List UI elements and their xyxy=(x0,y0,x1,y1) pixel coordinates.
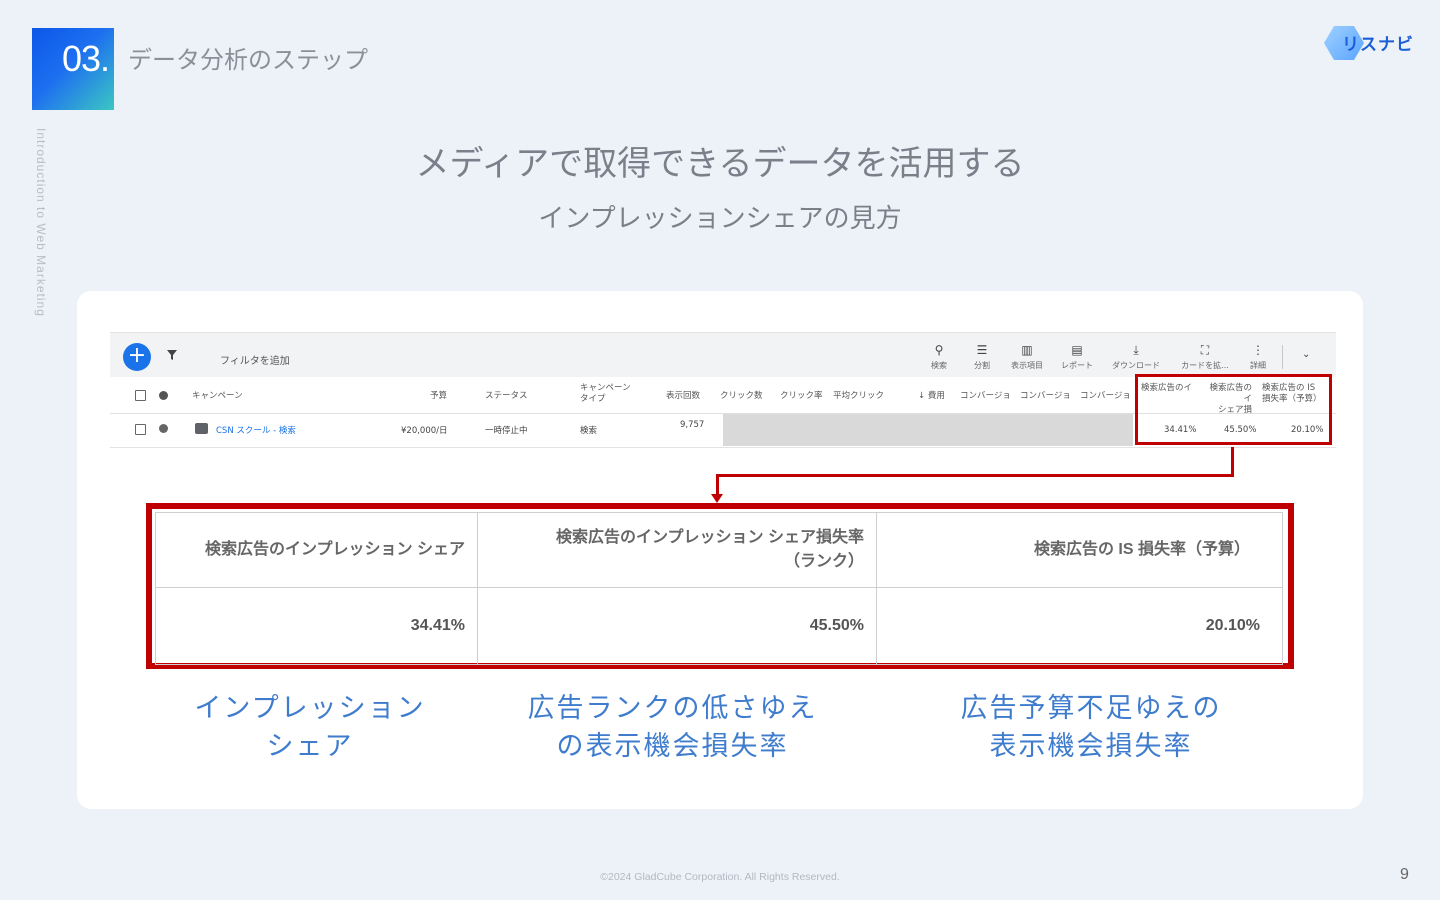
logo: リスナビ xyxy=(1322,24,1418,62)
col-impressions[interactable]: 表示回数 xyxy=(666,391,700,402)
col-clicks[interactable]: クリック数 xyxy=(720,391,763,402)
columns-icon: ▥ xyxy=(1021,343,1033,357)
campaign-link[interactable]: CSN スクール - 検索 xyxy=(216,424,296,436)
toolbar-divider xyxy=(1282,345,1283,369)
row-impressions: 9,757 xyxy=(680,420,705,430)
col-campaign-type[interactable]: キャンペーン タイプ xyxy=(580,383,631,405)
col-campaign[interactable]: キャンペーン xyxy=(192,391,243,402)
header-is-lost-rank-line2: （ランク） xyxy=(783,553,864,570)
row-checkbox[interactable] xyxy=(135,424,146,435)
section-number: 03. xyxy=(62,38,110,79)
caption-line: 広告予算不足ゆえの xyxy=(960,693,1222,724)
col-campaign-type-line1: キャンペーン xyxy=(580,383,631,393)
filter-input[interactable]: フィルタを追加 xyxy=(220,352,290,367)
col-budget[interactable]: 予算 xyxy=(430,391,447,402)
col-ctr[interactable]: クリック率 xyxy=(780,391,823,402)
col-cost[interactable]: ↓ 費用 xyxy=(918,391,945,402)
caption-impression-share: インプレッション シェア xyxy=(160,690,460,766)
ads-toolbar: + フィルタを追加 ⚲ 検索 ☰ 分割 ▥ 表示項目 ▤ レポート ⤓ ダウンロ… xyxy=(110,333,1336,377)
header-impression-share: 検索広告のインプレッション シェア xyxy=(155,512,478,588)
toolbar-download-button[interactable]: ⤓ ダウンロード xyxy=(1111,343,1161,371)
section-title: データ分析のステップ xyxy=(128,46,368,74)
caption-line: の表示機会損失率 xyxy=(556,731,789,762)
report-icon: ▤ xyxy=(1071,343,1083,357)
col-conversions-1[interactable]: コンバージョ xyxy=(960,391,1011,402)
header-is-lost-budget: 検索広告の IS 損失率（予算） xyxy=(876,512,1283,588)
fullscreen-icon: ⛶ xyxy=(1200,343,1210,357)
zoomed-metrics-table: 検索広告のインプレッション シェア 検索広告のインプレッション シェア損失率 （… xyxy=(155,512,1283,665)
toolbar-fullscreen-button[interactable]: ⛶ カードを拡... xyxy=(1180,343,1230,371)
value-impression-share: 34.41% xyxy=(155,587,478,665)
connector-line xyxy=(716,474,719,496)
col-conversions-2[interactable]: コンバージョ xyxy=(1020,391,1071,402)
section-badge: 03. xyxy=(32,28,114,110)
select-all-checkbox[interactable] xyxy=(135,390,146,401)
value-is-lost-rank: 45.50% xyxy=(477,587,877,665)
more-icon: ⋮ xyxy=(1252,343,1264,357)
slide-subtitle: インプレッションシェアの見方 xyxy=(538,204,902,234)
toolbar-segment-button[interactable]: ☰ 分割 xyxy=(957,343,1007,371)
chevron-down-icon[interactable]: ⌄ xyxy=(1302,349,1310,360)
caption-is-lost-budget: 広告予算不足ゆえの 表示機会損失率 xyxy=(935,690,1247,766)
connector-line xyxy=(716,474,1234,477)
slide-title: メディアで取得できるデータを活用する xyxy=(415,144,1025,184)
row-status: 一時停止中 xyxy=(485,426,528,436)
toolbar-columns-button[interactable]: ▥ 表示項目 xyxy=(1002,343,1052,371)
caption-line: シェア xyxy=(266,731,354,762)
col-avg-cpc[interactable]: 平均クリック xyxy=(833,391,884,402)
col-status[interactable]: ステータス xyxy=(485,391,528,402)
download-icon: ⤓ xyxy=(1133,343,1139,357)
search-campaign-icon xyxy=(195,423,208,434)
caption-line: 広告ランクの低さゆえ xyxy=(527,693,818,724)
col-campaign-type-line2: タイプ xyxy=(580,394,606,404)
copyright: ©2024 GladCube Corporation. All Rights R… xyxy=(600,871,840,883)
add-button[interactable]: + xyxy=(123,343,151,371)
row-budget: ¥20,000/日 xyxy=(401,426,448,436)
col-conversions-3[interactable]: コンバージョ xyxy=(1080,391,1131,402)
toolbar-more-button[interactable]: ⋮ 詳細 xyxy=(1233,343,1283,371)
header-is-lost-rank-line1: 検索広告のインプレッション シェア損失率 xyxy=(556,529,864,546)
connector-line xyxy=(1231,447,1234,477)
caption-line: 表示機会損失率 xyxy=(989,731,1193,762)
logo-text: リスナビ xyxy=(1342,35,1414,55)
paused-status-icon[interactable] xyxy=(159,424,168,433)
status-column-icon xyxy=(159,391,168,400)
segment-icon: ☰ xyxy=(976,343,988,357)
filter-icon[interactable] xyxy=(166,349,178,361)
caption-is-lost-rank: 広告ランクの低さゆえ の表示機会損失率 xyxy=(500,690,845,766)
page-number: 9 xyxy=(1400,866,1409,883)
arrow-down-icon xyxy=(711,494,723,503)
highlight-box-small xyxy=(1135,374,1332,445)
caption-line: インプレッション xyxy=(194,693,426,724)
header-is-lost-rank: 検索広告のインプレッション シェア損失率 （ランク） xyxy=(477,512,877,588)
row-type: 検索 xyxy=(580,426,598,436)
value-is-lost-budget: 20.10% xyxy=(876,587,1283,665)
toolbar-report-button[interactable]: ▤ レポート xyxy=(1052,343,1102,371)
